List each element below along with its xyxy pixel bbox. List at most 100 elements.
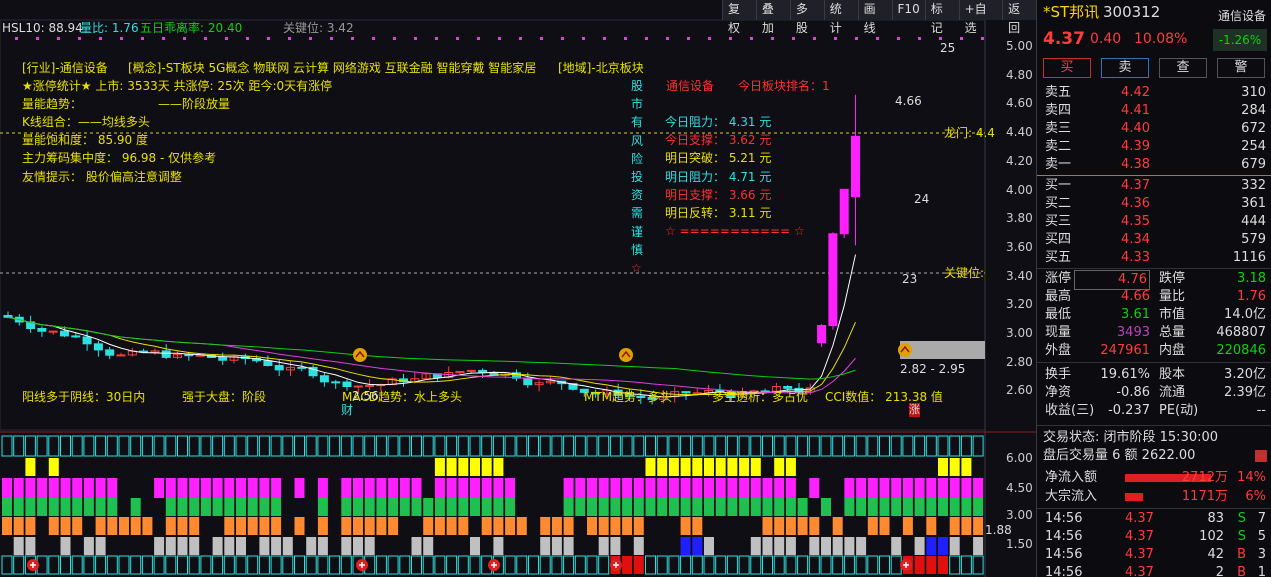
indicator-cell	[563, 537, 574, 555]
indicator-cell	[890, 555, 902, 575]
sell-button[interactable]: 卖	[1101, 58, 1149, 78]
indicator-cell	[25, 537, 36, 555]
indicator-cell	[703, 555, 715, 575]
longmen-label: 龙门: 4.4	[944, 126, 995, 140]
indicator-cell	[879, 555, 890, 575]
signal-dot	[603, 37, 606, 40]
indicator-cell	[587, 498, 597, 516]
tick-row: 14:56 4.37 2 B 1	[1037, 564, 1271, 577]
book-volume: 361	[1241, 196, 1266, 211]
book-label: 卖四	[1045, 103, 1072, 118]
indicator-tick: 6.00	[1006, 451, 1033, 465]
indicator-cell	[130, 517, 141, 535]
book-row[interactable]: 卖四 4.41 284	[1037, 102, 1271, 120]
stat-row: 涨停 4.76 跌停 3.18	[1037, 270, 1271, 290]
indicator-cell	[458, 498, 469, 516]
tick-volume: 42	[1207, 547, 1224, 562]
indicator-cell	[317, 537, 328, 555]
indicator-cell	[282, 555, 294, 575]
query-button[interactable]: 查	[1159, 58, 1207, 78]
indicator-cell	[785, 498, 796, 516]
indicator-cell	[551, 537, 562, 555]
toolbar-button[interactable]: +自选	[958, 0, 1003, 35]
bottom-yang: 阳线多于阴线：30日内	[22, 390, 146, 404]
indicator-cell	[680, 537, 691, 555]
book-row[interactable]: 卖三 4.40 672	[1037, 120, 1271, 138]
chart-area[interactable]: HSL10: 88.94 量比: 1.76 五日乖离率: 20.40 关键位: …	[0, 0, 1036, 577]
indicator-cell	[973, 498, 984, 516]
indicator-cell	[469, 435, 481, 457]
book-row[interactable]: 卖二 4.39 254	[1037, 138, 1271, 156]
indicator-cell	[785, 517, 796, 535]
indicator-cell	[879, 517, 890, 535]
indicator-cell	[844, 537, 855, 555]
indicator-cell	[856, 537, 867, 555]
indicator-cell	[223, 555, 235, 575]
indicator-cell	[692, 517, 703, 535]
indicator-cell	[938, 498, 948, 516]
indicator-cell	[2, 498, 12, 516]
indicator-cell	[294, 435, 305, 457]
signal-dot	[897, 37, 900, 40]
book-price: 4.36	[1121, 196, 1150, 211]
indicator-cell	[446, 435, 458, 457]
tick-count: 5	[1257, 529, 1266, 544]
indicator-cell	[376, 478, 387, 498]
indicator-cell	[949, 435, 961, 457]
toolbar-button[interactable]: 返回	[1002, 0, 1036, 35]
indicator-cell	[762, 478, 773, 498]
info-line2b: ——阶段放量	[158, 97, 231, 111]
book-row[interactable]: 买二 4.36 361	[1037, 195, 1271, 213]
buy-button[interactable]: 买	[1043, 58, 1091, 78]
info-line2: 量能趋势：	[22, 97, 83, 111]
toolbar-button[interactable]: 统计	[823, 0, 858, 35]
indicator-cell	[926, 498, 937, 516]
tick-price: 4.37	[1125, 565, 1154, 577]
price-tick: 3.80	[1006, 211, 1033, 226]
indicator-cell	[235, 435, 247, 457]
toolbar-button[interactable]: 叠加	[755, 0, 790, 35]
indicator-cell	[855, 555, 867, 575]
toolbar-button[interactable]: 标记	[924, 0, 959, 35]
toolbar-button[interactable]: F10	[891, 0, 925, 20]
indicator-cell	[704, 478, 714, 498]
book-volume: 579	[1241, 232, 1266, 247]
book-row[interactable]: 卖一 4.38 679	[1037, 156, 1271, 174]
book-row[interactable]: 买一 4.37 332	[1037, 177, 1271, 195]
indicator-cell	[165, 498, 176, 516]
indicator-cell	[422, 435, 434, 457]
indicator-cell	[2, 517, 12, 535]
indicator-cell	[680, 458, 691, 476]
indicator-cell	[423, 537, 434, 555]
book-label: 卖二	[1045, 139, 1072, 154]
toolbar-button[interactable]: 多股	[789, 0, 824, 35]
ma-line	[7, 316, 856, 380]
indicator-cell	[259, 478, 270, 498]
calendar-icon[interactable]	[1255, 450, 1267, 462]
indicator-cell	[83, 555, 95, 575]
book-row[interactable]: 买五 4.33 1116	[1037, 249, 1271, 267]
toolbar-button[interactable]: 复权	[722, 0, 756, 35]
candle-body	[60, 330, 69, 337]
candle-body	[218, 357, 228, 361]
indicator-cell	[774, 458, 785, 476]
price-tick: 3.40	[1006, 268, 1033, 283]
indicator-cell	[188, 435, 200, 457]
indicator-cell	[715, 555, 727, 575]
guanjian-tag: 关键位:	[944, 266, 985, 280]
book-row[interactable]: 买三 4.35 444	[1037, 213, 1271, 231]
tick-price: 4.37	[1125, 529, 1154, 544]
stat-value: 3.20亿	[1224, 367, 1266, 382]
toolbar-button[interactable]: 画线	[857, 0, 892, 35]
stat-value: 14.0亿	[1224, 307, 1266, 322]
indicator-tick: 3.00	[1006, 508, 1033, 522]
risk-char: 风	[631, 133, 644, 148]
book-row[interactable]: 卖五 4.42 310	[1037, 84, 1271, 102]
book-row[interactable]: 买四 4.34 579	[1037, 231, 1271, 249]
alert-button[interactable]: 警	[1217, 58, 1265, 78]
book-volume: 672	[1241, 121, 1266, 136]
indicator-cell	[305, 435, 317, 457]
count-25: 25	[940, 41, 956, 55]
indicator-cell	[879, 435, 890, 457]
risk-char: 投	[631, 170, 644, 184]
